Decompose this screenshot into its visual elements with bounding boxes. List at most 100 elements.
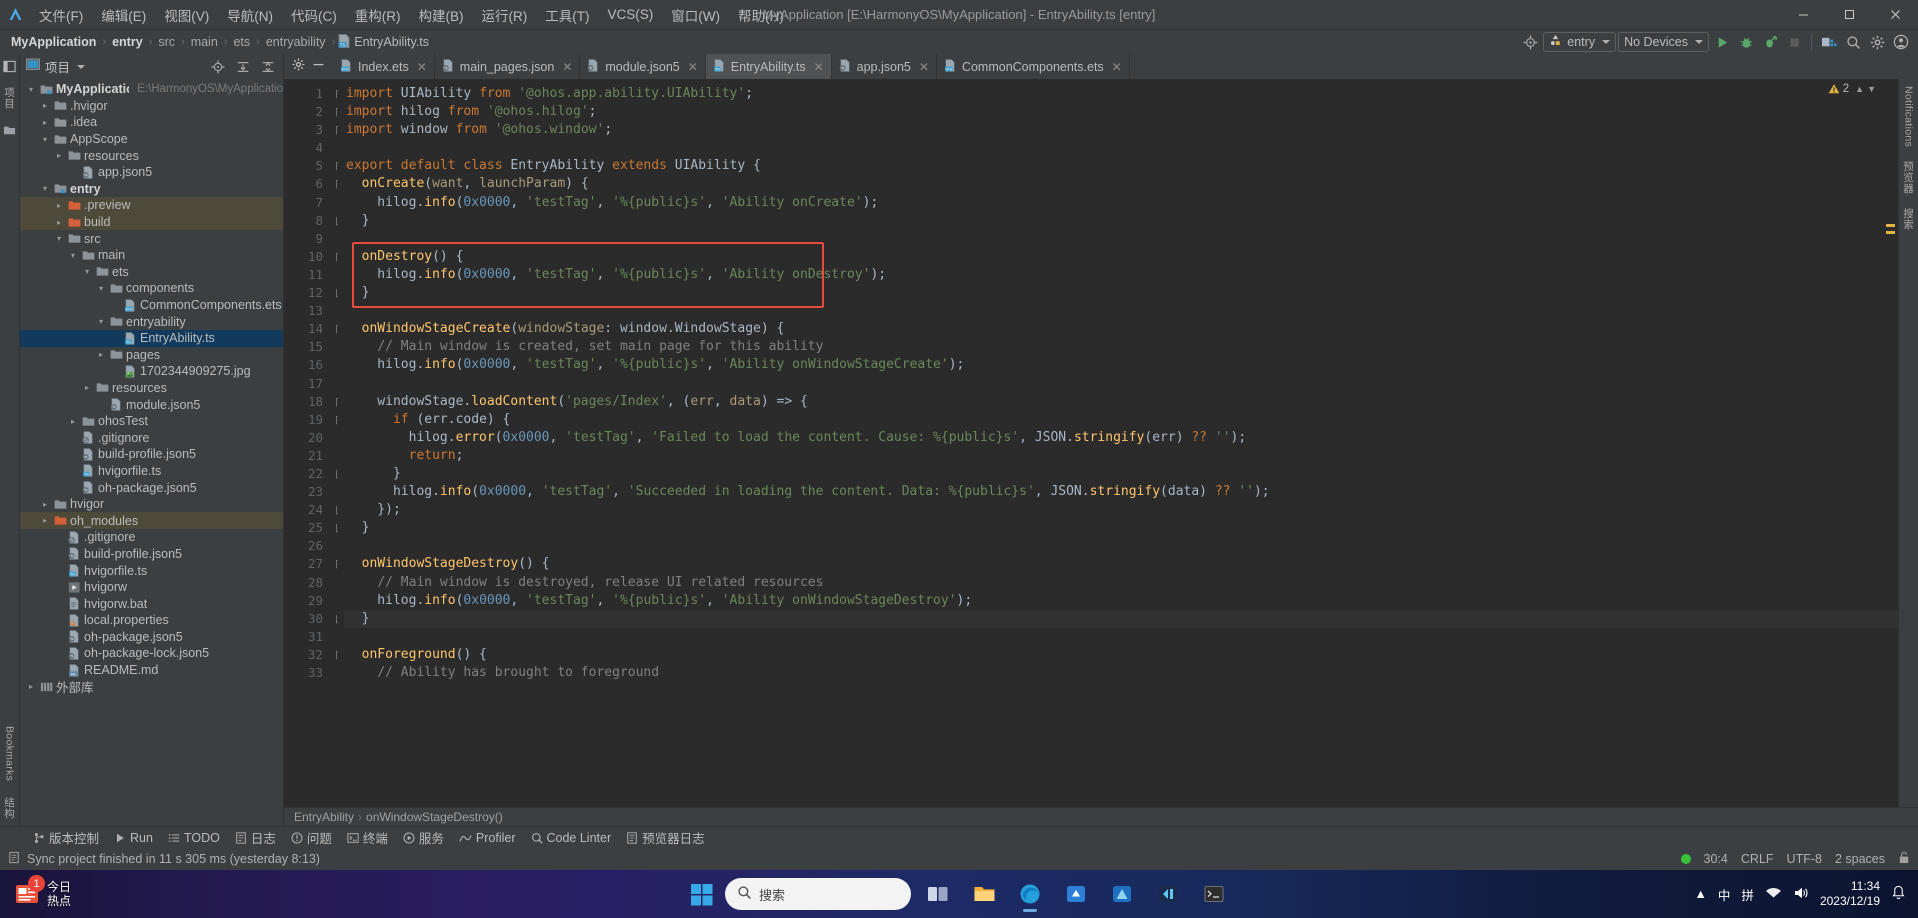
- tree-node-oh-package-json5[interactable]: oh-package.json5: [20, 629, 283, 646]
- taskbar-clock[interactable]: 11:34 2023/12/19: [1820, 879, 1880, 909]
- maximize-button[interactable]: [1826, 0, 1872, 30]
- taskbar-news-widget[interactable]: 1 今日 热点: [8, 875, 71, 908]
- file-encoding[interactable]: UTF-8: [1787, 852, 1822, 866]
- event-log-icon[interactable]: [8, 851, 21, 867]
- device-selector[interactable]: No Devices: [1618, 32, 1709, 52]
- left-rail-label-project[interactable]: 项目: [2, 84, 17, 112]
- editor-structure-breadcrumb[interactable]: EntryAbility › onWindowStageDestroy(): [284, 807, 1918, 826]
- menu-navigate[interactable]: 导航(N): [218, 2, 282, 28]
- code-line[interactable]: }: [344, 212, 1898, 230]
- editor-tab-main-pages-json[interactable]: main_pages.json ✕: [435, 54, 581, 79]
- breadcrumb-item-file[interactable]: TS EntryAbility.ts: [338, 33, 429, 51]
- fold-marker[interactable]: ⌈: [330, 555, 344, 573]
- tree-node-gitignore[interactable]: .gitignore: [20, 429, 283, 446]
- file-explorer-icon[interactable]: [965, 875, 1003, 913]
- code-line[interactable]: import UIAbility from '@ohos.app.ability…: [344, 85, 1898, 103]
- tree-node-preview[interactable]: ▸ .preview: [20, 197, 283, 214]
- chevron-right-icon[interactable]: ▸: [26, 682, 36, 691]
- tree-node-oh-package-lock-json5[interactable]: oh-package-lock.json5: [20, 645, 283, 662]
- tree-node-build-profile-json5[interactable]: build-profile.json5: [20, 546, 283, 563]
- tree-node-oh-modules[interactable]: ▸ oh_modules: [20, 512, 283, 530]
- gear-icon[interactable]: [1866, 31, 1888, 53]
- store-icon[interactable]: [1057, 875, 1095, 913]
- chevron-down-icon[interactable]: ▾: [68, 251, 78, 260]
- code-line[interactable]: hilog.info(0x0000, 'testTag', '%{public}…: [344, 266, 1898, 284]
- menu-help[interactable]: 帮助(H): [729, 2, 793, 28]
- code-line[interactable]: [344, 139, 1898, 157]
- tree-node-entryability[interactable]: ▾ entryability: [20, 313, 283, 330]
- menu-window[interactable]: 窗口(W): [662, 2, 729, 28]
- left-rail-label-structure[interactable]: 结构: [2, 794, 17, 822]
- tree-node-components[interactable]: ▾ components: [20, 280, 283, 297]
- edge-browser-icon[interactable]: [1011, 875, 1049, 913]
- tool-window-profiler[interactable]: Profiler: [452, 829, 523, 847]
- expand-all-icon[interactable]: [232, 56, 254, 78]
- chevron-down-icon[interactable]: ▾: [54, 234, 64, 243]
- code-line[interactable]: // Main window is destroyed, release UI …: [344, 574, 1898, 592]
- tree-node-app-json5[interactable]: app.json5: [20, 164, 283, 181]
- run-button[interactable]: [1711, 31, 1733, 53]
- tree-node-idea[interactable]: ▸ .idea: [20, 114, 283, 131]
- editor-tabs[interactable]: ETS Index.ets ✕ main_pages.json ✕ module.json…: [333, 54, 1130, 79]
- code-line[interactable]: import window from '@ohos.window';: [344, 121, 1898, 139]
- fold-marker[interactable]: ⌈: [330, 85, 344, 103]
- chevron-down-icon[interactable]: ▾: [40, 184, 50, 193]
- code-line[interactable]: [344, 537, 1898, 555]
- tool-window-问题[interactable]: 问题: [284, 826, 339, 849]
- tree-node-resources[interactable]: ▸ resources: [20, 380, 283, 397]
- chevron-right-icon[interactable]: ▸: [96, 350, 106, 359]
- breadcrumb[interactable]: MyApplication › entry › src › main › ets…: [8, 33, 429, 51]
- tree-node-hvigorfile-ts[interactable]: TS hvigorfile.ts: [20, 463, 283, 480]
- fold-marker[interactable]: ⌈: [330, 103, 344, 121]
- chevron-down-icon[interactable]: ▾: [96, 284, 106, 293]
- code-line[interactable]: [344, 628, 1898, 646]
- chevron-up-icon[interactable]: ▲: [1855, 84, 1864, 94]
- code-folding-gutter[interactable]: ⌈ ⌈ ⌈ ⌈ ⌈ ⌊ ⌈ ⌊ ⌈ ⌈ ⌈ ⌊ ⌊ ⌊ ⌈ ⌊ ⌈: [330, 79, 344, 807]
- code-line[interactable]: // Ability has brought to foreground: [344, 664, 1898, 682]
- code-line[interactable]: [344, 375, 1898, 393]
- vscode-icon[interactable]: [1149, 875, 1187, 913]
- tree-node-readme-md[interactable]: MD README.md: [20, 662, 283, 679]
- chevron-right-icon[interactable]: ▸: [40, 118, 50, 127]
- editor-tab-index-ets[interactable]: ETS Index.ets ✕: [333, 54, 435, 79]
- task-view-icon[interactable]: [919, 875, 957, 913]
- close-icon[interactable]: ✕: [814, 60, 824, 74]
- code-line[interactable]: }: [344, 519, 1898, 537]
- tree-node-gitignore[interactable]: .gitignore: [20, 529, 283, 546]
- breadcrumb-item-src[interactable]: src: [155, 35, 178, 49]
- volume-icon[interactable]: [1793, 886, 1809, 903]
- fold-marker[interactable]: ⌈: [330, 320, 344, 338]
- menu-run[interactable]: 运行(R): [473, 2, 537, 28]
- close-icon[interactable]: ✕: [417, 60, 427, 74]
- tree-node-oh-package-json5[interactable]: oh-package.json5: [20, 479, 283, 496]
- chevron-down-icon[interactable]: ▾: [96, 317, 106, 326]
- tree-node-hvigorfile-ts[interactable]: TS hvigorfile.ts: [20, 562, 283, 579]
- fold-marker[interactable]: ⌊: [330, 212, 344, 230]
- tree-node-1702344909275-jpg[interactable]: 1702344909275.jpg: [20, 363, 283, 380]
- code-line[interactable]: hilog.info(0x0000, 'testTag', 'Succeeded…: [344, 483, 1898, 501]
- tree-node-[interactable]: ▸ 外部库: [20, 678, 283, 695]
- code-line[interactable]: onCreate(want, launchParam) {: [344, 175, 1898, 193]
- tree-node-main[interactable]: ▾ main: [20, 247, 283, 264]
- tree-node-module-json5[interactable]: module.json5: [20, 396, 283, 413]
- breadcrumb-class[interactable]: EntryAbility: [294, 810, 354, 824]
- indent-setting[interactable]: 2 spaces: [1835, 852, 1885, 866]
- project-panel-icon[interactable]: [2, 58, 18, 74]
- tool-window-bar[interactable]: 版本控制 Run TODO 日志 问题 终端 服务 Profiler Code Linter 预览…: [0, 826, 1918, 848]
- code-editor[interactable]: 1 2 3 4 5 6 7 8 9 10 11 12 13 14 15 16 17 18 19 20 21 22 23 24 2…: [284, 79, 1898, 807]
- code-line[interactable]: // Main window is created, set main page…: [344, 338, 1898, 356]
- chevron-right-icon[interactable]: ▸: [40, 500, 50, 509]
- breadcrumb-method[interactable]: onWindowStageDestroy(): [366, 810, 503, 824]
- menu-refactor[interactable]: 重构(R): [346, 2, 410, 28]
- tree-node-local-properties[interactable]: local.properties: [20, 612, 283, 629]
- lock-icon[interactable]: [1898, 851, 1910, 867]
- chevron-right-icon[interactable]: ▸: [54, 201, 64, 210]
- tree-node-src[interactable]: ▾ src: [20, 230, 283, 247]
- tree-node-build-profile-json5[interactable]: build-profile.json5: [20, 446, 283, 463]
- tree-node-commoncomponents-ets[interactable]: ETS CommonComponents.ets: [20, 297, 283, 314]
- tool-window-版本控制[interactable]: 版本控制: [26, 826, 106, 849]
- fold-marker[interactable]: ⌈: [330, 175, 344, 193]
- tree-node-myapplication[interactable]: ▾ MyApplication E:\HarmonyOS\MyApplicatio: [20, 81, 283, 98]
- chevron-down-icon[interactable]: ▾: [82, 267, 92, 276]
- breadcrumb-item-entry[interactable]: entry: [109, 35, 146, 49]
